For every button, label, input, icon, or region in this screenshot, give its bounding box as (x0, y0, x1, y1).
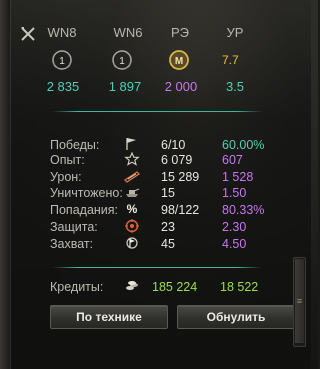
rating-label-ur: УР (226, 25, 244, 40)
stat-label-damage: Урон: (50, 170, 82, 184)
stat-label-wins: Победы: (50, 138, 100, 152)
stat-label-xp: Опыт: (50, 153, 85, 167)
stat-value-destroyed: 15 (161, 186, 175, 200)
ratings-separator (52, 111, 262, 112)
credits-separator (52, 267, 262, 268)
rating-badge-re: M (169, 50, 189, 70)
reset-button[interactable]: Обнулить (177, 305, 295, 329)
close-icon[interactable] (20, 26, 36, 42)
rating-badge-wn8: 1 (52, 50, 72, 70)
rating-value-wn8: 2 835 (46, 79, 80, 94)
credits-icon (126, 281, 138, 290)
svg-text:1: 1 (59, 56, 65, 67)
credits-value: 185 224 (152, 280, 198, 294)
rating-badge-ur: 7.7 (222, 53, 239, 67)
rating-value-re: 2 000 (164, 79, 198, 94)
stat-value-defense: 23 (161, 220, 175, 234)
by-vehicle-button[interactable]: По технике (50, 305, 168, 329)
scrollbar-thumb[interactable]: ≡ (295, 259, 304, 343)
stat-label-capture: Захват: (50, 237, 94, 251)
rating-label-wn6: WN6 (113, 25, 143, 40)
destroyed-icon (126, 188, 140, 197)
stat-label-hits: Попадания: (50, 203, 119, 217)
stat-value-capture: 45 (161, 237, 175, 251)
rating-value-ur: 3.5 (225, 79, 245, 94)
star-icon (124, 152, 140, 166)
stat-value-wins: 6/10 (161, 138, 186, 152)
rating-value-wn6: 1 897 (108, 79, 142, 94)
rating-badge-wn6: 1 (112, 50, 132, 70)
svg-text:1: 1 (119, 56, 125, 67)
stat-pct-defense: 2.30 (222, 220, 247, 234)
stat-value-damage: 15 289 (161, 170, 200, 184)
stat-pct-destroyed: 1.50 (222, 186, 247, 200)
left-edge-strip (0, 0, 10, 369)
stat-pct-wins: 60.00% (222, 138, 265, 152)
flag-icon (126, 138, 136, 150)
defense-icon (125, 219, 139, 233)
rating-label-wn8: WN8 (47, 25, 77, 40)
credits-label: Кредиты: (50, 280, 104, 294)
svg-text:M: M (175, 56, 183, 67)
rating-label-re: РЭ (170, 25, 189, 40)
stat-pct-hits: 80.33% (222, 203, 265, 217)
capture-icon (126, 237, 138, 249)
scrollbar[interactable]: ≡ (293, 257, 306, 347)
percent-icon: % (126, 202, 138, 216)
stat-pct-damage: 1 528 (222, 170, 254, 184)
stat-value-hits: 98/122 (161, 203, 200, 217)
stat-value-xp: 6 079 (161, 153, 193, 167)
stat-pct-capture: 4.50 (222, 237, 247, 251)
stat-pct-xp: 607 (222, 153, 243, 167)
credits-average: 18 522 (220, 280, 259, 294)
stat-label-destroyed: Уничтожено: (50, 186, 123, 200)
stat-label-defense: Защита: (50, 220, 98, 234)
damage-icon (124, 171, 140, 183)
